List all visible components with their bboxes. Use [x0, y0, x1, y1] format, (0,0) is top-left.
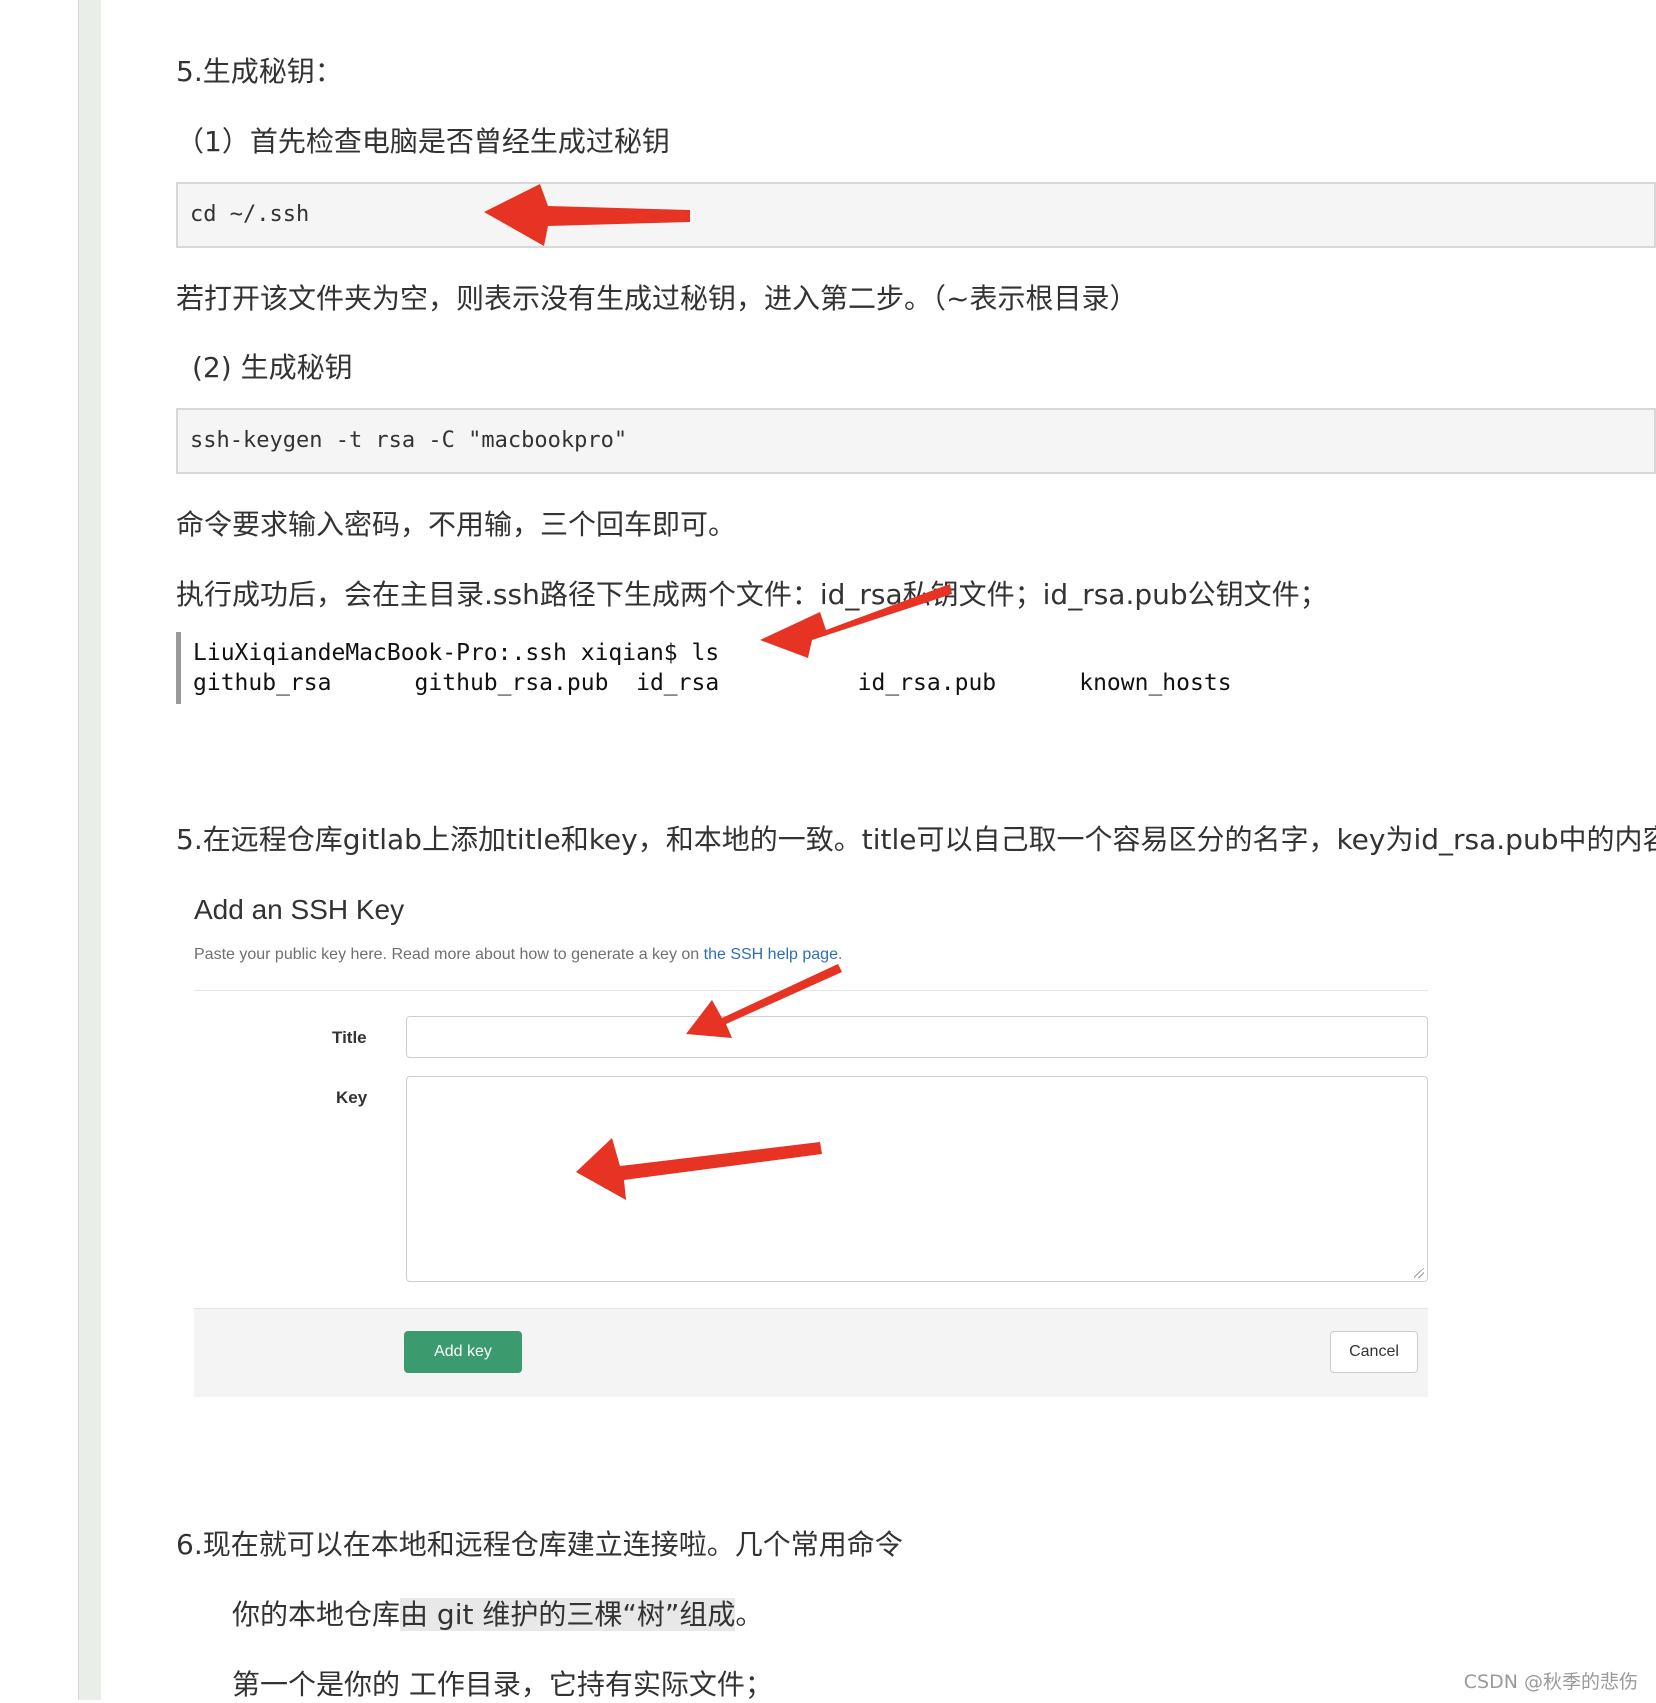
- red-arrow-icon: [484, 184, 690, 246]
- red-arrow-icon: [686, 964, 842, 1038]
- red-arrow-icon: [576, 1138, 822, 1200]
- annotation-arrows: [484, 184, 952, 1200]
- red-arrow-icon: [760, 584, 952, 658]
